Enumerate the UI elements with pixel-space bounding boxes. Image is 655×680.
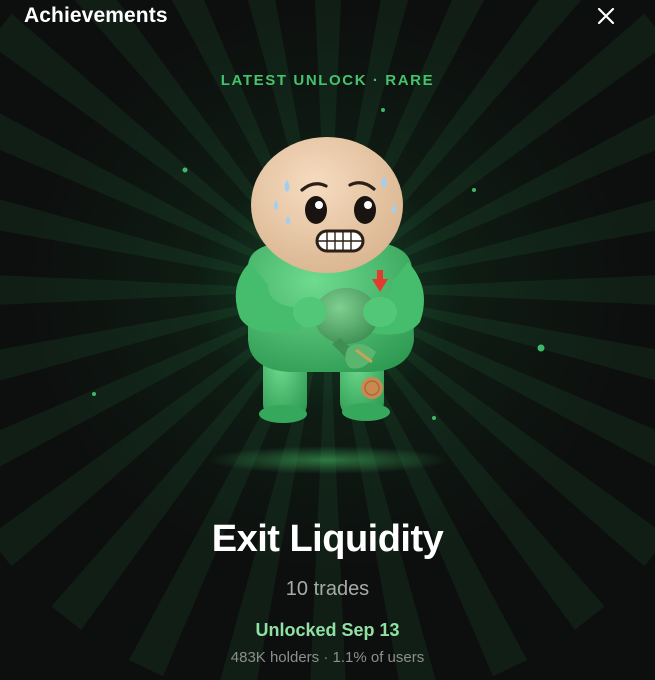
floor-glow — [208, 446, 448, 474]
holder-stats: 483K holders · 1.1% of users — [230, 649, 425, 666]
achievement-criteria: 10 trades — [285, 578, 370, 600]
achievement-name: Exit Liquidity — [211, 518, 444, 560]
left-eye — [305, 196, 327, 224]
unlocked-date: Unlocked Sep 13 — [255, 620, 400, 640]
head — [251, 137, 403, 273]
achievement-screen: Achievements LATEST UNLOCK · RARE Exit L… — [0, 0, 655, 680]
right-eye — [354, 196, 376, 224]
down-arrow-icon — [377, 270, 383, 280]
